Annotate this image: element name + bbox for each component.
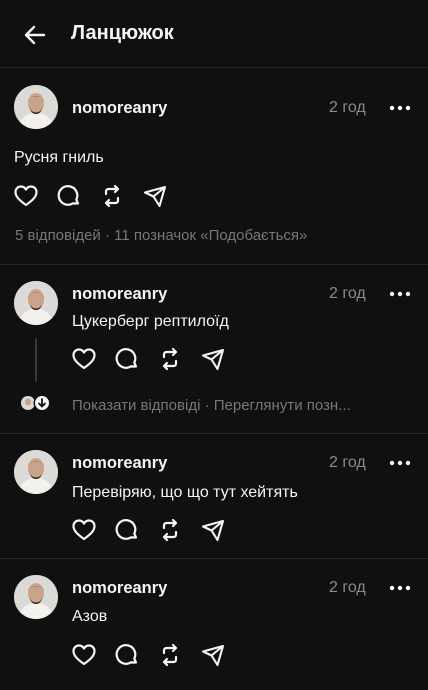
- username[interactable]: nomoreanry: [72, 285, 167, 304]
- avatar[interactable]: [14, 450, 58, 494]
- share-icon[interactable]: [200, 642, 226, 668]
- post-stats[interactable]: 5 відповідей · 11 позначок «Подобається»: [15, 227, 307, 244]
- post-text: Русня гниль: [14, 149, 104, 166]
- main-post: nomoreanry 2 год Русня гниль 5 відповіде…: [0, 68, 428, 264]
- page-title: Ланцюжок: [71, 22, 174, 44]
- avatar[interactable]: [14, 281, 58, 325]
- more-options-icon[interactable]: [389, 460, 411, 466]
- timestamp: 2 год: [329, 99, 366, 116]
- reply-post: nomoreanry 2 год Перевіряю, що що тут хе…: [0, 434, 428, 558]
- top-bar: Ланцюжок: [0, 0, 428, 68]
- action-bar: [13, 183, 173, 209]
- post-text: Азов: [72, 608, 108, 625]
- repost-icon[interactable]: [157, 517, 183, 543]
- show-replies-link[interactable]: Показати відповіді · Переглянути позн...: [72, 397, 412, 414]
- heart-icon[interactable]: [13, 183, 39, 209]
- reply-post: nomoreanry 2 год Азов: [0, 559, 428, 690]
- reply-avatars-icon: [21, 394, 51, 412]
- comment-icon[interactable]: [56, 183, 82, 209]
- share-icon[interactable]: [200, 517, 226, 543]
- heart-icon[interactable]: [71, 642, 97, 668]
- repost-icon[interactable]: [157, 642, 183, 668]
- username[interactable]: nomoreanry: [72, 579, 167, 598]
- more-options-icon[interactable]: [389, 585, 411, 591]
- more-options-icon[interactable]: [389, 291, 411, 297]
- avatar[interactable]: [14, 575, 58, 619]
- repost-icon[interactable]: [99, 183, 125, 209]
- action-bar: [71, 346, 231, 372]
- post-text: Цукерберг рептилоїд: [72, 313, 229, 330]
- arrow-left-icon[interactable]: [22, 22, 48, 48]
- heart-icon[interactable]: [71, 517, 97, 543]
- heart-icon[interactable]: [71, 346, 97, 372]
- username[interactable]: nomoreanry: [72, 454, 167, 473]
- share-icon[interactable]: [142, 183, 168, 209]
- post-text: Перевіряю, що що тут хейтять: [72, 484, 298, 501]
- reply-post: nomoreanry 2 год Цукерберг рептилоїд Пок…: [0, 265, 428, 433]
- repost-icon[interactable]: [157, 346, 183, 372]
- action-bar: [71, 517, 231, 543]
- thread-line: [35, 338, 37, 382]
- comment-icon[interactable]: [114, 517, 140, 543]
- timestamp: 2 год: [329, 285, 366, 302]
- comment-icon[interactable]: [114, 346, 140, 372]
- timestamp: 2 год: [329, 454, 366, 471]
- avatar[interactable]: [14, 85, 58, 129]
- more-options-icon[interactable]: [389, 105, 411, 111]
- action-bar: [71, 642, 231, 668]
- username[interactable]: nomoreanry: [72, 99, 167, 118]
- timestamp: 2 год: [329, 579, 366, 596]
- comment-icon[interactable]: [114, 642, 140, 668]
- share-icon[interactable]: [200, 346, 226, 372]
